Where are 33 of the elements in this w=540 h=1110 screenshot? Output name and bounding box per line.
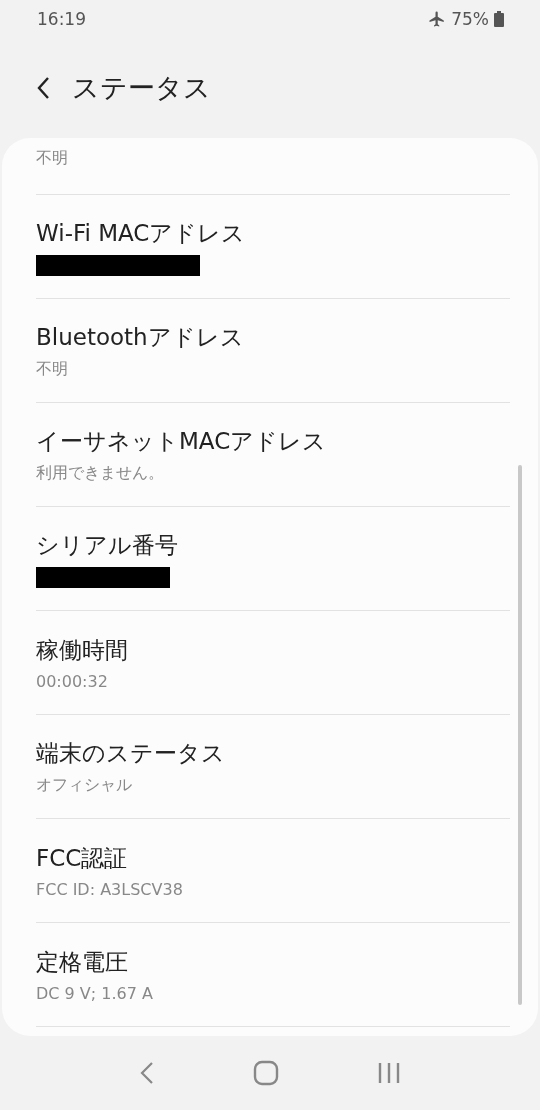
battery-icon: [494, 11, 504, 27]
recent-apps-icon[interactable]: [377, 1061, 401, 1085]
list-item[interactable]: 不明: [36, 138, 510, 195]
list-item[interactable]: Bluetoothアドレス 不明: [36, 299, 510, 403]
item-title: FCC認証: [36, 843, 129, 873]
airplane-icon: [428, 10, 447, 28]
item-value: 不明: [36, 358, 69, 380]
home-icon[interactable]: [253, 1060, 279, 1086]
item-title: 端末のステータス: [36, 738, 226, 768]
list-item[interactable]: イーサネットMACアドレス 利用できません。: [36, 403, 510, 507]
page-title: ステータス: [72, 71, 211, 105]
back-button[interactable]: [36, 76, 50, 100]
item-value: 00:00:32: [36, 671, 109, 691]
item-value: DC 9 V; 1.67 A: [36, 983, 154, 1003]
list-item[interactable]: 定格電圧 DC 9 V; 1.67 A: [36, 923, 510, 1027]
list-item[interactable]: 端末のステータス オフィシャル: [36, 715, 510, 819]
status-time: 16:19: [37, 9, 86, 29]
battery-percent: 75%: [451, 9, 489, 29]
item-title: 定格電圧: [36, 947, 129, 977]
item-value: 利用できません。: [36, 462, 165, 484]
item-title: イーサネットMACアドレス: [36, 426, 328, 456]
list-item[interactable]: 稼働時間 00:00:32: [36, 611, 510, 715]
list-item[interactable]: FCC認証 FCC ID: A3LSCV38: [36, 819, 510, 923]
item-title: 稼働時間: [36, 635, 129, 665]
back-nav-icon[interactable]: [139, 1061, 155, 1085]
item-title: シリアル番号: [36, 530, 179, 560]
item-value: 不明: [36, 148, 69, 169]
list-item[interactable]: シリアル番号: [36, 507, 510, 611]
item-title: Bluetoothアドレス: [36, 322, 245, 352]
item-title: Wi-Fi MACアドレス: [36, 218, 247, 248]
list-item[interactable]: Wi-Fi MACアドレス: [36, 195, 510, 299]
item-value: FCC ID: A3LSCV38: [36, 879, 184, 899]
item-value: オフィシャル: [36, 774, 133, 796]
